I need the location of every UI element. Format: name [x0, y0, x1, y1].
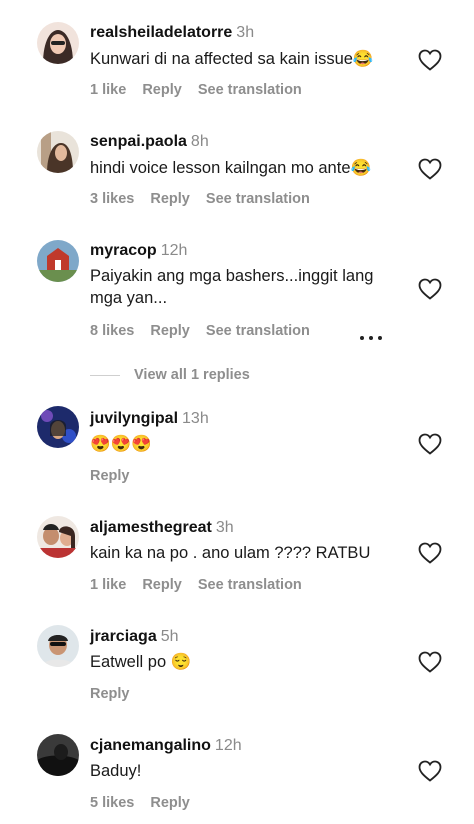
comment-text: Paiyakin ang mga bashers...inggit lang m…: [90, 267, 374, 307]
timestamp: 3h: [236, 24, 255, 41]
like-count[interactable]: 8 likes: [90, 323, 134, 339]
timestamp: 5h: [160, 628, 179, 645]
comment-actions: 1 like Reply See translation: [90, 577, 314, 593]
timestamp: 3h: [215, 519, 234, 536]
see-translation-button[interactable]: See translation: [198, 82, 302, 98]
username[interactable]: aljamesthegreat: [90, 519, 212, 536]
reply-button[interactable]: Reply: [142, 82, 182, 98]
see-translation-button[interactable]: See translation: [206, 323, 310, 339]
username[interactable]: cjanemangalino: [90, 737, 211, 754]
comment-actions: 8 likes Reply See translation: [90, 323, 322, 339]
comment-text: Kunwari di na affected sa kain issue😂: [90, 50, 374, 68]
comment-actions: 1 like Reply See translation: [90, 82, 314, 98]
comment-actions: Reply: [90, 686, 142, 702]
view-replies-label: View all 1 replies: [134, 367, 250, 383]
see-translation-button[interactable]: See translation: [206, 191, 310, 207]
heart-outline-icon[interactable]: [418, 158, 442, 180]
comment-header: aljamesthegreat 3h: [90, 519, 234, 537]
like-count[interactable]: 1 like: [90, 82, 126, 98]
heart-outline-icon[interactable]: [418, 760, 442, 782]
heart-outline-icon[interactable]: [418, 651, 442, 673]
reply-button[interactable]: Reply: [150, 795, 190, 811]
heart-outline-icon[interactable]: [418, 433, 442, 455]
reply-button[interactable]: Reply: [142, 577, 182, 593]
avatar[interactable]: [37, 131, 79, 173]
timestamp: 12h: [214, 737, 242, 754]
timestamp: 8h: [190, 133, 209, 150]
comment-header: juvilyngipal 13h: [90, 410, 209, 428]
username[interactable]: senpai.paola: [90, 133, 187, 150]
avatar[interactable]: [37, 240, 79, 282]
reply-button[interactable]: Reply: [90, 468, 130, 484]
comment-header: senpai.paola 8h: [90, 133, 209, 151]
more-dots-icon[interactable]: [359, 328, 383, 340]
heart-outline-icon[interactable]: [418, 49, 442, 71]
comment-actions: 5 likes Reply: [90, 795, 202, 811]
reply-button[interactable]: Reply: [150, 191, 190, 207]
comment-header: cjanemangalino 12h: [90, 737, 242, 755]
comment-text: 😍😍😍: [90, 435, 152, 453]
comment-header: jrarciaga 5h: [90, 628, 179, 646]
avatar[interactable]: [37, 516, 79, 558]
timestamp: 13h: [182, 410, 209, 427]
reply-button[interactable]: Reply: [90, 686, 130, 702]
username[interactable]: myracop: [90, 242, 157, 259]
see-translation-button[interactable]: See translation: [198, 577, 302, 593]
comment-text: kain ka na po . ano ulam ???? RATBU: [90, 544, 371, 562]
like-count[interactable]: 1 like: [90, 577, 126, 593]
comment-header: realsheiladelatorre 3h: [90, 24, 254, 42]
avatar[interactable]: [37, 734, 79, 776]
avatar[interactable]: [37, 406, 79, 448]
timestamp: 12h: [160, 242, 188, 259]
avatar[interactable]: [37, 625, 79, 667]
view-replies-button[interactable]: View all 1 replies: [90, 367, 250, 383]
username[interactable]: realsheiladelatorre: [90, 24, 232, 41]
comment-header: myracop 12h: [90, 242, 187, 260]
like-count[interactable]: 3 likes: [90, 191, 134, 207]
comment-text: hindi voice lesson kailngan mo ante😂: [90, 159, 372, 177]
avatar[interactable]: [37, 22, 79, 64]
comment-actions: Reply: [90, 468, 142, 484]
username[interactable]: juvilyngipal: [90, 410, 178, 427]
heart-outline-icon[interactable]: [418, 542, 442, 564]
like-count[interactable]: 5 likes: [90, 795, 134, 811]
comment-actions: 3 likes Reply See translation: [90, 191, 322, 207]
heart-outline-icon[interactable]: [418, 278, 442, 300]
comment-text: Baduy!: [90, 762, 142, 780]
replies-divider: [90, 374, 120, 376]
comment-text: Eatwell po 😌: [90, 653, 192, 671]
reply-button[interactable]: Reply: [150, 323, 190, 339]
username[interactable]: jrarciaga: [90, 628, 157, 645]
